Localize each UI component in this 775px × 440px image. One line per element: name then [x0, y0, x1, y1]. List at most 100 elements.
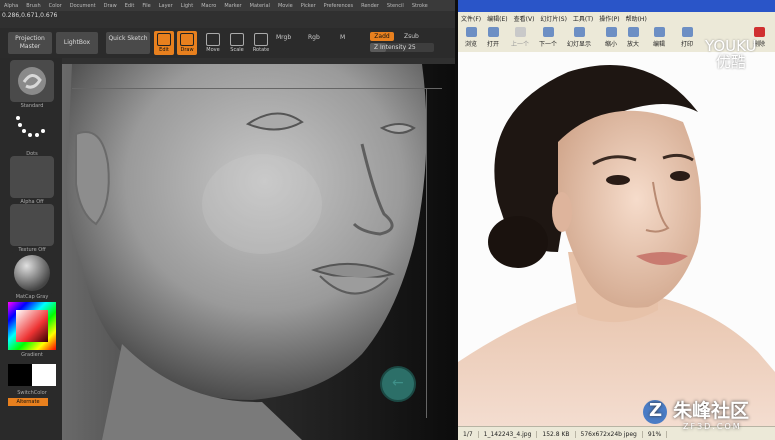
- menu-layer[interactable]: Layer: [155, 3, 177, 9]
- m-button[interactable]: M: [340, 34, 345, 41]
- viewer-menu-slideshow[interactable]: 幻灯片(S): [537, 14, 570, 23]
- zbrush-canvas[interactable]: ←: [62, 64, 455, 440]
- z-intensity-value: 25: [408, 44, 416, 51]
- delete-icon: [753, 27, 765, 37]
- draw-icon: [180, 33, 194, 46]
- material-label: MatCap Gray: [15, 294, 49, 300]
- edit-mode-label: Edit: [159, 47, 169, 53]
- viewer-menu-view[interactable]: 查看(V): [511, 14, 538, 23]
- menu-draw[interactable]: Draw: [100, 3, 121, 9]
- menu-marker[interactable]: Marker: [220, 3, 245, 9]
- viewer-menu-tools[interactable]: 工具(T): [570, 14, 596, 23]
- stroke-selector[interactable]: [10, 110, 54, 152]
- mrgb-button[interactable]: Mrgb: [276, 34, 291, 41]
- brush-label: Standard: [20, 103, 44, 109]
- material-selector[interactable]: [10, 252, 54, 294]
- viewer-menu-help[interactable]: 帮助(H): [623, 14, 650, 23]
- menu-material[interactable]: Material: [246, 3, 274, 9]
- open-icon: [487, 27, 499, 37]
- menu-document[interactable]: Document: [66, 3, 100, 9]
- draw-mode-label: Draw: [180, 47, 194, 53]
- alternate-button[interactable]: Alternate: [8, 398, 48, 406]
- file-size: 152.8 KB: [537, 430, 576, 438]
- menu-macro[interactable]: Macro: [197, 3, 220, 9]
- color-picker-swatch: [8, 302, 56, 350]
- menu-alpha[interactable]: Alpha: [0, 3, 22, 9]
- print-button[interactable]: 打印: [676, 26, 698, 50]
- menu-stencil[interactable]: Stencil: [383, 3, 408, 9]
- arrow-left-icon: ←: [392, 375, 404, 391]
- zoom-out-label: 缩小: [604, 41, 617, 48]
- matcap-sphere-icon: [14, 255, 50, 291]
- zbrush-window: Alpha Brush Color Document Draw Edit Fil…: [0, 0, 455, 440]
- document-frame-top: [72, 88, 442, 89]
- color-picker[interactable]: [8, 302, 56, 350]
- zoom-out-button[interactable]: 缩小: [600, 26, 622, 50]
- zoom-out-icon: [605, 27, 617, 37]
- site-watermark: Z 朱峰社区 ZF3D.COM: [643, 396, 749, 431]
- viewer-titlebar: [458, 0, 775, 12]
- scale-mode-button[interactable]: Scale: [227, 31, 247, 55]
- z-intensity-slider[interactable]: Z Intensity 25: [370, 43, 434, 52]
- move-mode-label: Move: [206, 47, 220, 53]
- zf3d-logo-icon: Z: [643, 399, 667, 424]
- menu-light[interactable]: Light: [177, 3, 197, 9]
- zoom-in-button[interactable]: 放大: [622, 26, 644, 50]
- youku-logo-cn: 优酷: [715, 53, 746, 71]
- lightbox-button[interactable]: LightBox: [56, 32, 98, 54]
- move-mode-button[interactable]: Move: [203, 31, 223, 55]
- zbrush-top-shelf: Projection Master LightBox Quick Sketch …: [0, 28, 455, 58]
- browse-icon: [465, 27, 477, 37]
- image-index: 1/7: [458, 430, 479, 438]
- menu-edit[interactable]: Edit: [121, 3, 139, 9]
- menu-render[interactable]: Render: [357, 3, 383, 9]
- rgb-button[interactable]: Rgb: [308, 34, 320, 41]
- zoom-level: 91%: [643, 430, 668, 438]
- draw-mode-button[interactable]: Draw: [177, 31, 197, 55]
- dots-stroke-icon: [16, 116, 45, 137]
- zadd-button[interactable]: Zadd: [370, 32, 394, 41]
- previous-button[interactable]: 上一个: [508, 26, 532, 50]
- brush-selector[interactable]: [10, 60, 54, 102]
- edit-icon: [157, 33, 171, 46]
- zsub-button[interactable]: Zsub: [404, 33, 419, 40]
- menu-stroke[interactable]: Stroke: [408, 3, 432, 9]
- menu-brush[interactable]: Brush: [22, 3, 44, 9]
- previous-label: 上一个: [510, 41, 529, 48]
- slideshow-button[interactable]: 幻灯显示: [564, 26, 594, 50]
- left-tray: Standard Dots Alpha Off Texture Off MatC…: [0, 58, 62, 440]
- projection-master-button[interactable]: Projection Master: [8, 32, 52, 54]
- youku-watermark: YOUKU 优酷: [705, 38, 757, 70]
- file-name: 1_142243_4.jpg: [479, 430, 538, 438]
- z-intensity-label: Z Intensity: [374, 44, 407, 51]
- viewer-menubar: 文件(F) 编辑(E) 查看(V) 幻灯片(S) 工具(T) 操作(P) 帮助(…: [458, 12, 775, 24]
- rotate-mode-button[interactable]: Rotate: [251, 31, 271, 55]
- edit-icon: [653, 27, 665, 37]
- texture-selector[interactable]: [10, 204, 54, 246]
- browse-button[interactable]: 浏览: [460, 26, 482, 50]
- scale-icon: [230, 33, 244, 46]
- open-button[interactable]: 打开: [482, 26, 504, 50]
- edit-button[interactable]: 编辑: [648, 26, 670, 50]
- secondary-color-swatch[interactable]: [32, 364, 56, 386]
- alpha-selector[interactable]: [10, 156, 54, 198]
- menu-picker[interactable]: Picker: [297, 3, 320, 9]
- switchcolor-label[interactable]: SwitchColor: [10, 390, 54, 396]
- primary-color-swatch[interactable]: [8, 364, 32, 386]
- slideshow-icon: [573, 27, 585, 37]
- edit-mode-button[interactable]: Edit: [154, 31, 174, 55]
- next-button[interactable]: 下一个: [536, 26, 560, 50]
- quick-sketch-button[interactable]: Quick Sketch: [106, 32, 150, 54]
- viewer-menu-file[interactable]: 文件(F): [458, 14, 484, 23]
- menu-preferences[interactable]: Preferences: [320, 3, 357, 9]
- menu-file[interactable]: File: [138, 3, 154, 9]
- menu-color[interactable]: Color: [45, 3, 66, 9]
- scale-mode-label: Scale: [230, 47, 244, 53]
- portrait-photo-render: [458, 52, 775, 426]
- viewer-menu-operations[interactable]: 操作(P): [596, 14, 622, 23]
- viewer-menu-edit[interactable]: 编辑(E): [484, 14, 510, 23]
- reference-photo: [458, 52, 775, 426]
- standard-brush-icon: [18, 67, 46, 95]
- menu-movie[interactable]: Movie: [274, 3, 297, 9]
- navigation-widget[interactable]: ←: [380, 366, 416, 402]
